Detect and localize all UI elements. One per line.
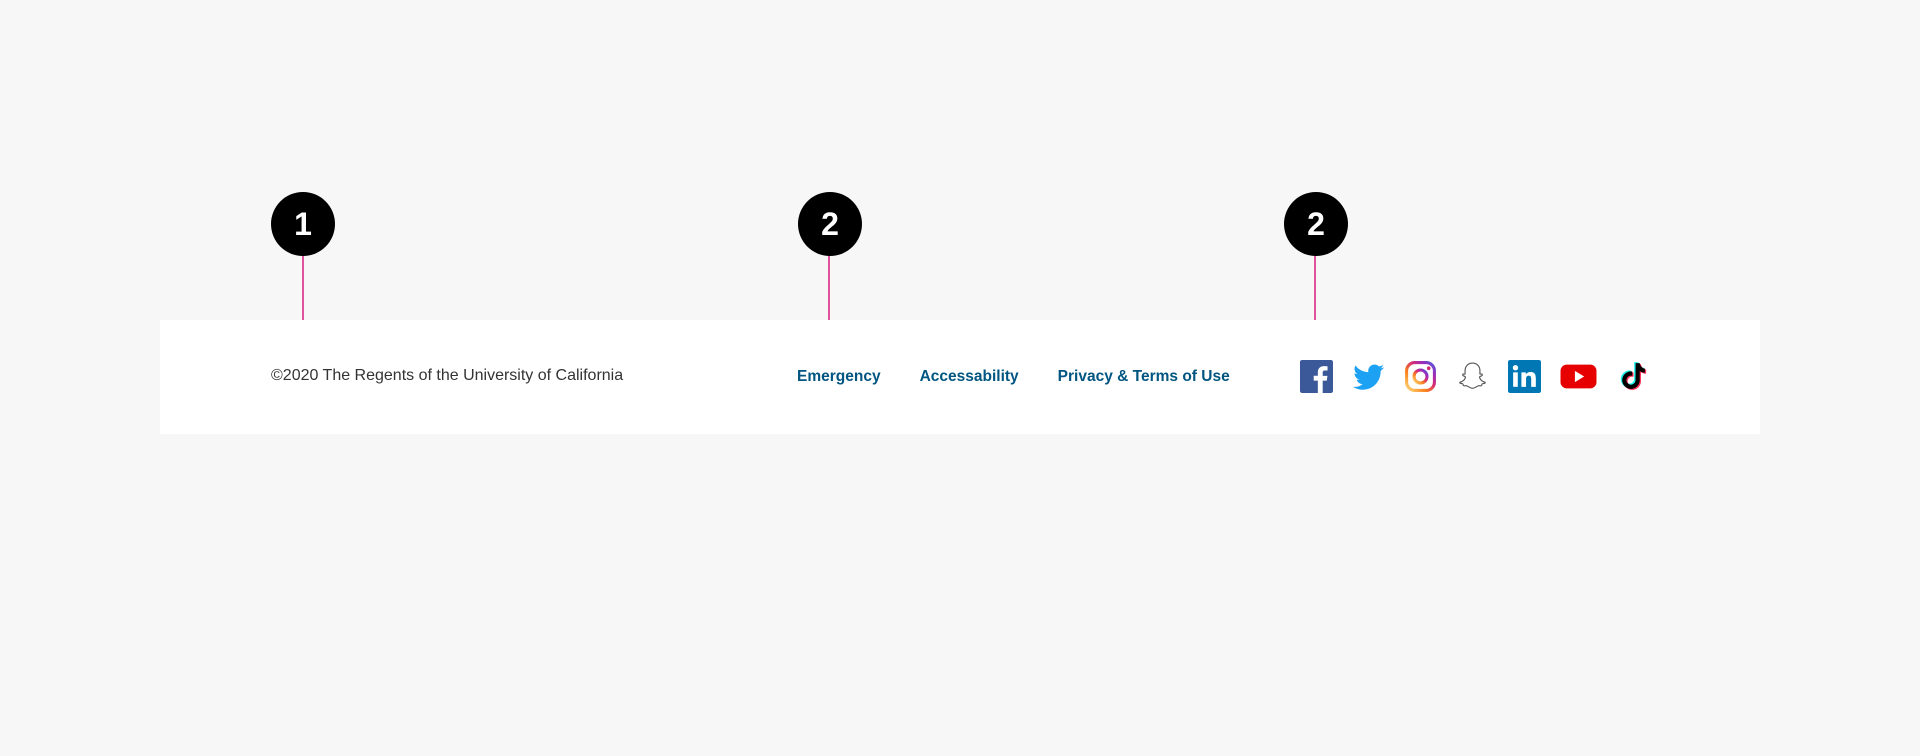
site-footer: ©2020 The Regents of the University of C… (160, 320, 1760, 434)
emergency-link[interactable]: Emergency (797, 368, 881, 386)
privacy-terms-link[interactable]: Privacy & Terms of Use (1058, 368, 1230, 386)
instagram-icon[interactable] (1404, 360, 1437, 393)
tiktok-icon[interactable] (1616, 360, 1649, 393)
annotation-marker-2: 2 (798, 192, 862, 256)
annotation-marker-1: 1 (271, 192, 335, 256)
linkedin-icon[interactable] (1508, 360, 1541, 393)
youtube-icon[interactable] (1560, 360, 1597, 393)
snapchat-icon[interactable] (1456, 360, 1489, 393)
accessability-link[interactable]: Accessability (920, 368, 1019, 386)
facebook-icon[interactable] (1300, 360, 1333, 393)
copyright-text: ©2020 The Regents of the University of C… (271, 367, 624, 384)
annotation-marker-3: 2 (1284, 192, 1348, 256)
social-icons (1300, 360, 1649, 393)
twitter-icon[interactable] (1352, 360, 1385, 393)
footer-links: Emergency Accessability Privacy & Terms … (797, 368, 1230, 386)
